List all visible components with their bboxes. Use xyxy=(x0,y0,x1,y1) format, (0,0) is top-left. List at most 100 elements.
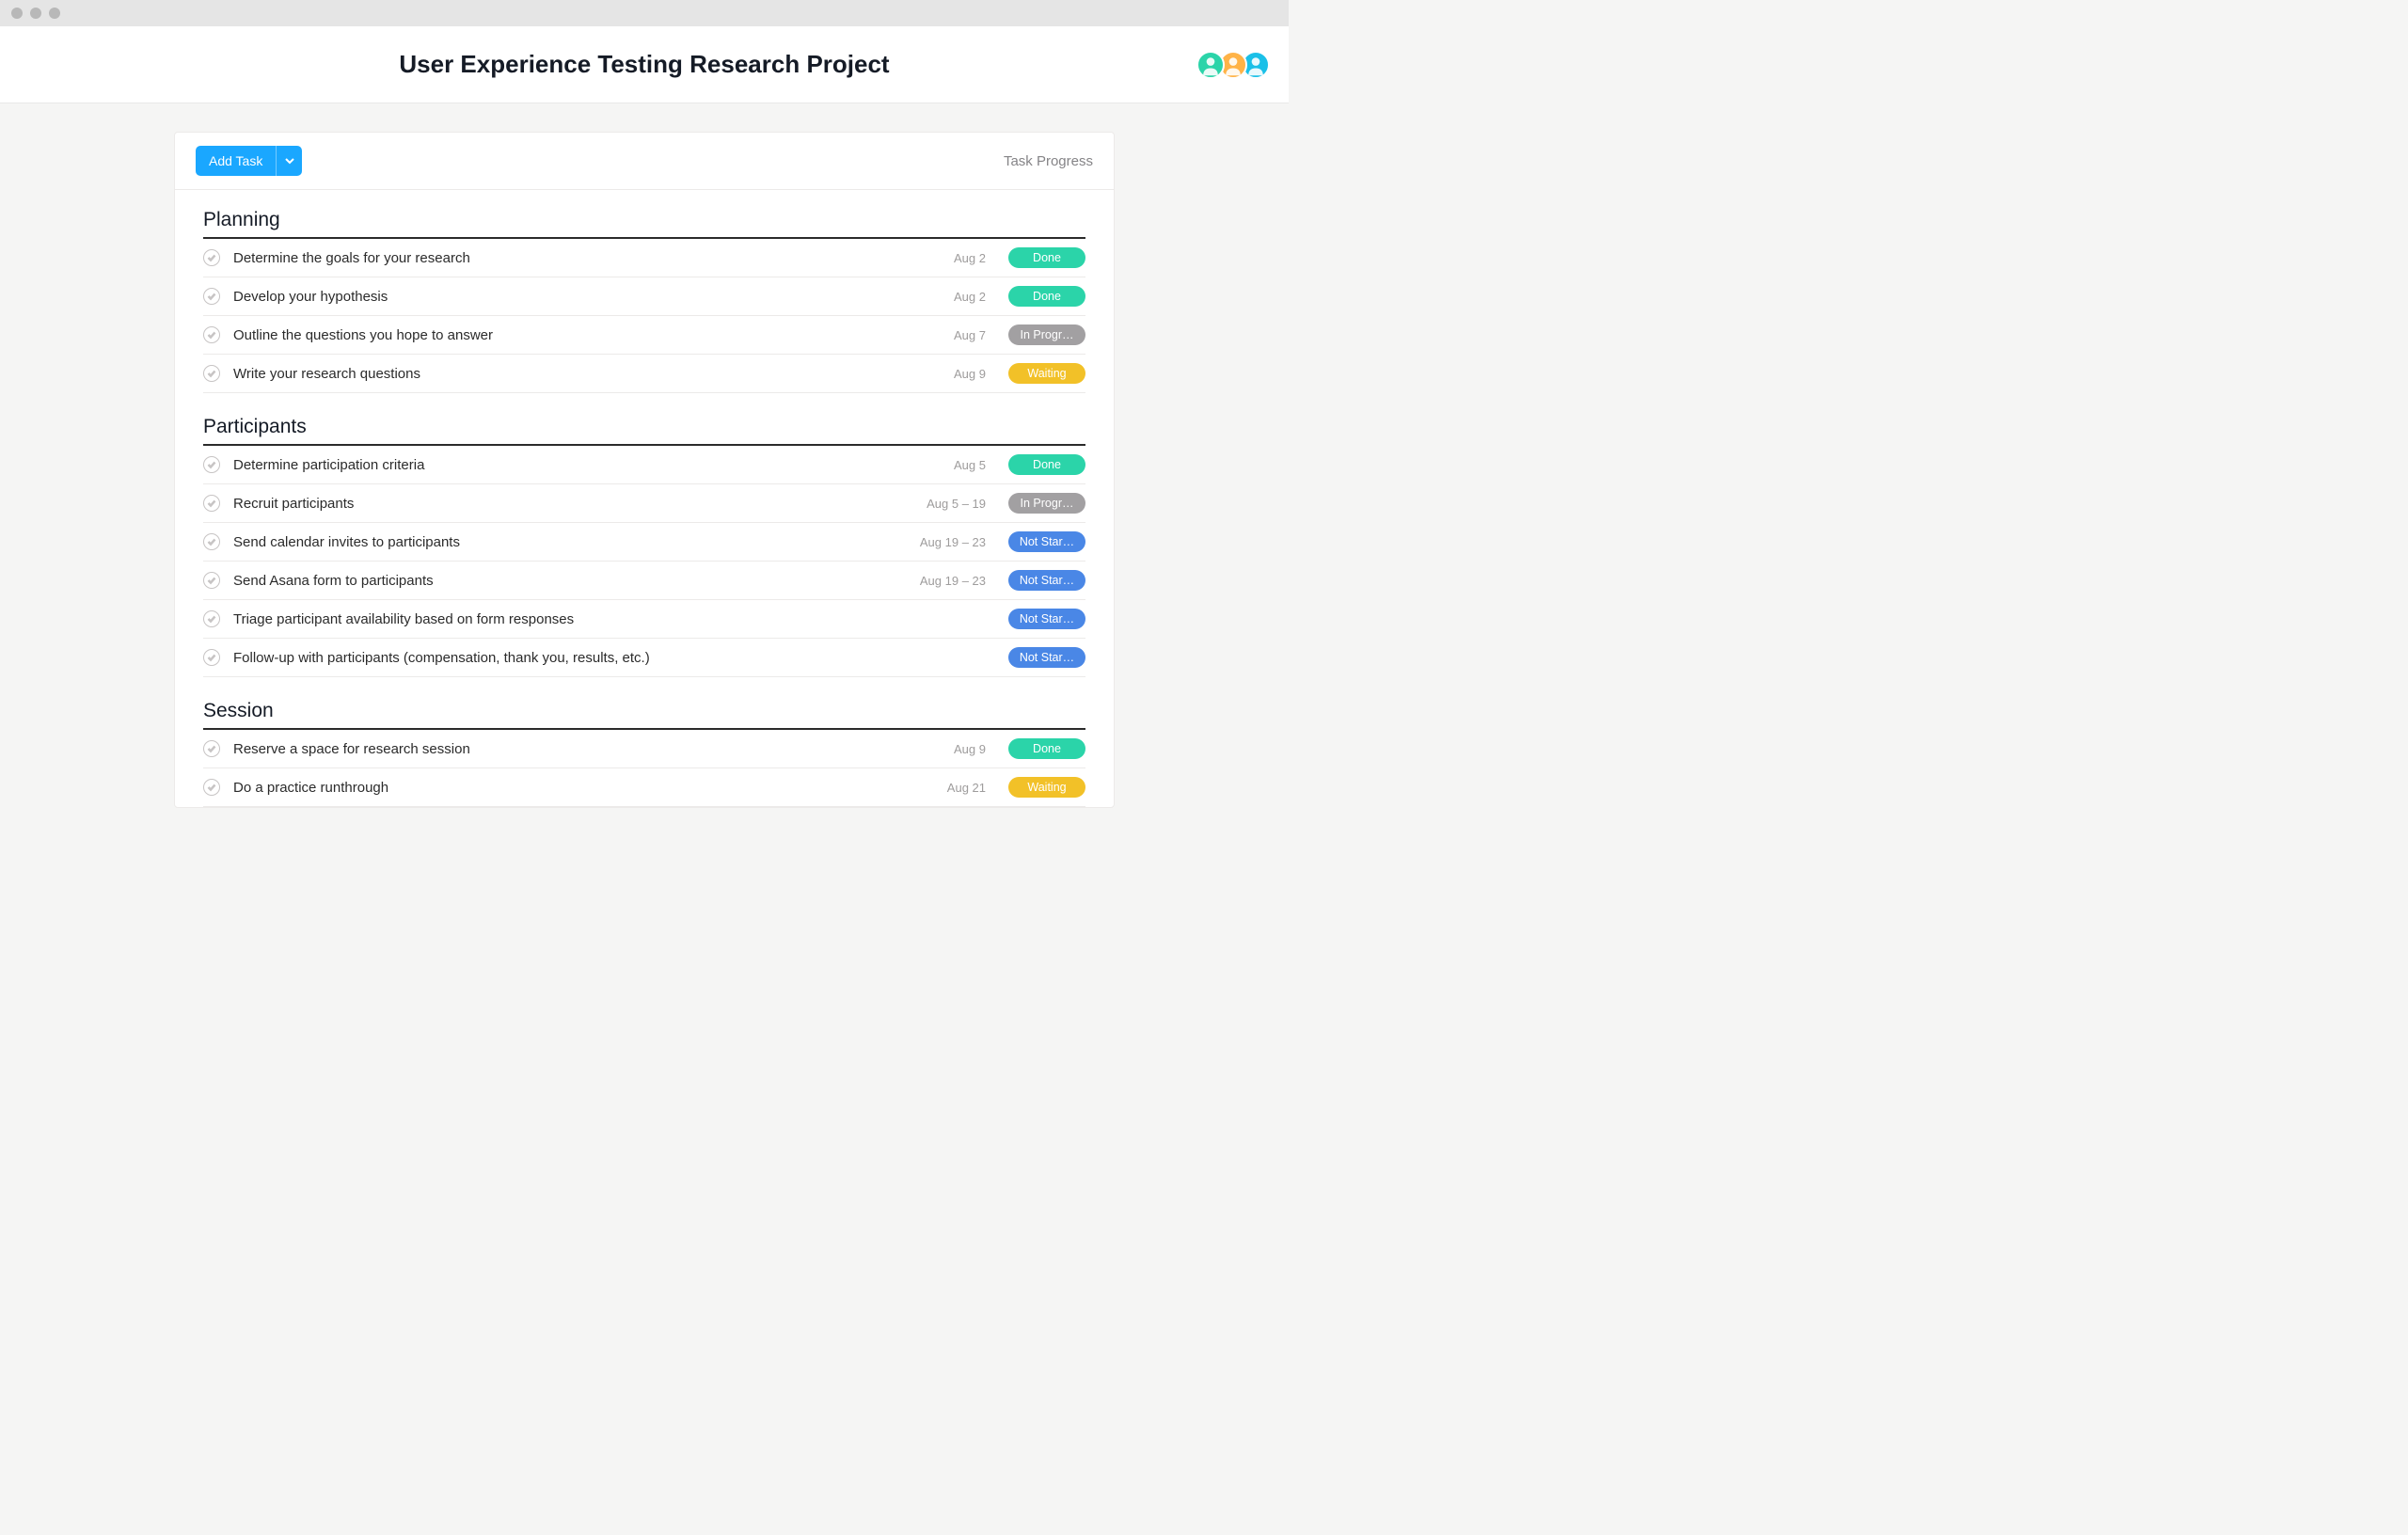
task-status-pill[interactable]: Waiting xyxy=(1008,363,1085,384)
task-row[interactable]: Send Asana form to participants Aug 19 – … xyxy=(203,562,1085,600)
task-status-label: Waiting xyxy=(1027,367,1066,380)
complete-task-checkbox[interactable] xyxy=(203,326,220,343)
task-status-pill[interactable]: Done xyxy=(1008,454,1085,475)
check-icon xyxy=(207,614,216,624)
task-row[interactable]: Determine the goals for your research Aug… xyxy=(203,239,1085,277)
toolbar: Add Task Task Progress xyxy=(175,133,1114,190)
sections-container: PlanningDetermine the goals for your res… xyxy=(175,190,1114,807)
task-row[interactable]: Develop your hypothesis Aug 2 Done xyxy=(203,277,1085,316)
check-icon xyxy=(207,460,216,469)
task-status-pill[interactable]: Not Star… xyxy=(1008,570,1085,591)
task-title[interactable]: Triage participant availability based on… xyxy=(233,611,897,627)
task-status-label: Not Star… xyxy=(1020,535,1074,548)
task-status-label: Done xyxy=(1033,458,1061,471)
task-status-pill[interactable]: In Progr… xyxy=(1008,493,1085,514)
task-status-pill[interactable]: Done xyxy=(1008,247,1085,268)
task-due-date[interactable]: Aug 2 xyxy=(911,251,995,265)
page-title: User Experience Testing Research Project xyxy=(399,50,889,79)
task-title[interactable]: Write your research questions xyxy=(233,366,897,382)
task-status-label: In Progr… xyxy=(1021,497,1074,510)
check-icon xyxy=(207,498,216,508)
task-status-label: Done xyxy=(1033,290,1061,303)
task-due-date[interactable]: Aug 2 xyxy=(911,290,995,304)
task-due-date[interactable]: Aug 9 xyxy=(911,367,995,381)
add-task-button[interactable]: Add Task xyxy=(196,146,276,176)
complete-task-checkbox[interactable] xyxy=(203,533,220,550)
task-row[interactable]: Follow-up with participants (compensatio… xyxy=(203,639,1085,677)
add-task-button-group: Add Task xyxy=(196,146,302,176)
task-row[interactable]: Send calendar invites to participants Aug… xyxy=(203,523,1085,562)
task-row[interactable]: Write your research questions Aug 9 Waitin… xyxy=(203,355,1085,393)
complete-task-checkbox[interactable] xyxy=(203,249,220,266)
task-row[interactable]: Reserve a space for research session Aug … xyxy=(203,730,1085,768)
task-status-label: Waiting xyxy=(1027,781,1066,794)
task-title[interactable]: Do a practice runthrough xyxy=(233,780,897,796)
task-title[interactable]: Determine participation criteria xyxy=(233,457,897,473)
task-due-date[interactable]: Aug 7 xyxy=(911,328,995,342)
task-status-label: In Progr… xyxy=(1021,328,1074,341)
check-icon xyxy=(207,292,216,301)
check-icon xyxy=(207,330,216,340)
check-icon xyxy=(207,653,216,662)
check-icon xyxy=(207,369,216,378)
section-header[interactable]: Participants xyxy=(203,406,1085,446)
task-status-label: Not Star… xyxy=(1020,574,1074,587)
task-status-label: Done xyxy=(1033,742,1061,755)
task-row[interactable]: Outline the questions you hope to answer… xyxy=(203,316,1085,355)
complete-task-checkbox[interactable] xyxy=(203,288,220,305)
task-status-pill[interactable]: Not Star… xyxy=(1008,647,1085,668)
complete-task-checkbox[interactable] xyxy=(203,649,220,666)
task-status-pill[interactable]: Not Star… xyxy=(1008,609,1085,629)
task-due-date[interactable]: Aug 9 xyxy=(911,742,995,756)
check-icon xyxy=(207,576,216,585)
task-title[interactable]: Recruit participants xyxy=(233,496,897,512)
chevron-down-icon xyxy=(285,156,294,166)
task-status-pill[interactable]: Done xyxy=(1008,286,1085,307)
member-avatar[interactable] xyxy=(1196,51,1225,79)
task-title[interactable]: Outline the questions you hope to answer xyxy=(233,327,897,343)
task-status-pill[interactable]: In Progr… xyxy=(1008,324,1085,345)
task-due-date[interactable]: Aug 5 – 19 xyxy=(911,497,995,511)
task-status-pill[interactable]: Done xyxy=(1008,738,1085,759)
task-status-label: Done xyxy=(1033,251,1061,264)
task-progress-label[interactable]: Task Progress xyxy=(1004,153,1093,169)
task-row[interactable]: Triage participant availability based on… xyxy=(203,600,1085,639)
complete-task-checkbox[interactable] xyxy=(203,572,220,589)
task-due-date[interactable]: Aug 19 – 23 xyxy=(911,535,995,549)
task-due-date[interactable]: Aug 19 – 23 xyxy=(911,574,995,588)
check-icon xyxy=(207,783,216,792)
traffic-light-close[interactable] xyxy=(11,8,23,19)
task-row[interactable]: Determine participation criteria Aug 5 Don… xyxy=(203,446,1085,484)
complete-task-checkbox[interactable] xyxy=(203,495,220,512)
task-due-date[interactable]: Aug 21 xyxy=(911,781,995,795)
traffic-light-minimize[interactable] xyxy=(30,8,41,19)
task-row[interactable]: Do a practice runthrough Aug 21 Waiting xyxy=(203,768,1085,807)
task-title[interactable]: Send calendar invites to participants xyxy=(233,534,897,550)
task-row[interactable]: Recruit participants Aug 5 – 19 In Progr… xyxy=(203,484,1085,523)
member-avatar-stack[interactable] xyxy=(1202,51,1270,79)
task-status-label: Not Star… xyxy=(1020,612,1074,625)
complete-task-checkbox[interactable] xyxy=(203,365,220,382)
task-title[interactable]: Reserve a space for research session xyxy=(233,741,897,757)
check-icon xyxy=(207,253,216,262)
complete-task-checkbox[interactable] xyxy=(203,610,220,627)
complete-task-checkbox[interactable] xyxy=(203,779,220,796)
add-task-dropdown-button[interactable] xyxy=(276,146,302,176)
page-header: User Experience Testing Research Project xyxy=(0,26,1289,103)
task-status-pill[interactable]: Waiting xyxy=(1008,777,1085,798)
traffic-light-zoom[interactable] xyxy=(49,8,60,19)
section-header[interactable]: Session xyxy=(203,690,1085,730)
task-status-pill[interactable]: Not Star… xyxy=(1008,531,1085,552)
task-list-card: Add Task Task Progress PlanningDetermine… xyxy=(174,132,1115,808)
task-title[interactable]: Send Asana form to participants xyxy=(233,573,897,589)
section-header[interactable]: Planning xyxy=(203,199,1085,239)
task-due-date[interactable]: Aug 5 xyxy=(911,458,995,472)
complete-task-checkbox[interactable] xyxy=(203,456,220,473)
task-status-label: Not Star… xyxy=(1020,651,1074,664)
check-icon xyxy=(207,744,216,753)
task-title[interactable]: Determine the goals for your research xyxy=(233,250,897,266)
task-title[interactable]: Develop your hypothesis xyxy=(233,289,897,305)
window-chrome xyxy=(0,0,1289,26)
complete-task-checkbox[interactable] xyxy=(203,740,220,757)
task-title[interactable]: Follow-up with participants (compensatio… xyxy=(233,650,897,666)
